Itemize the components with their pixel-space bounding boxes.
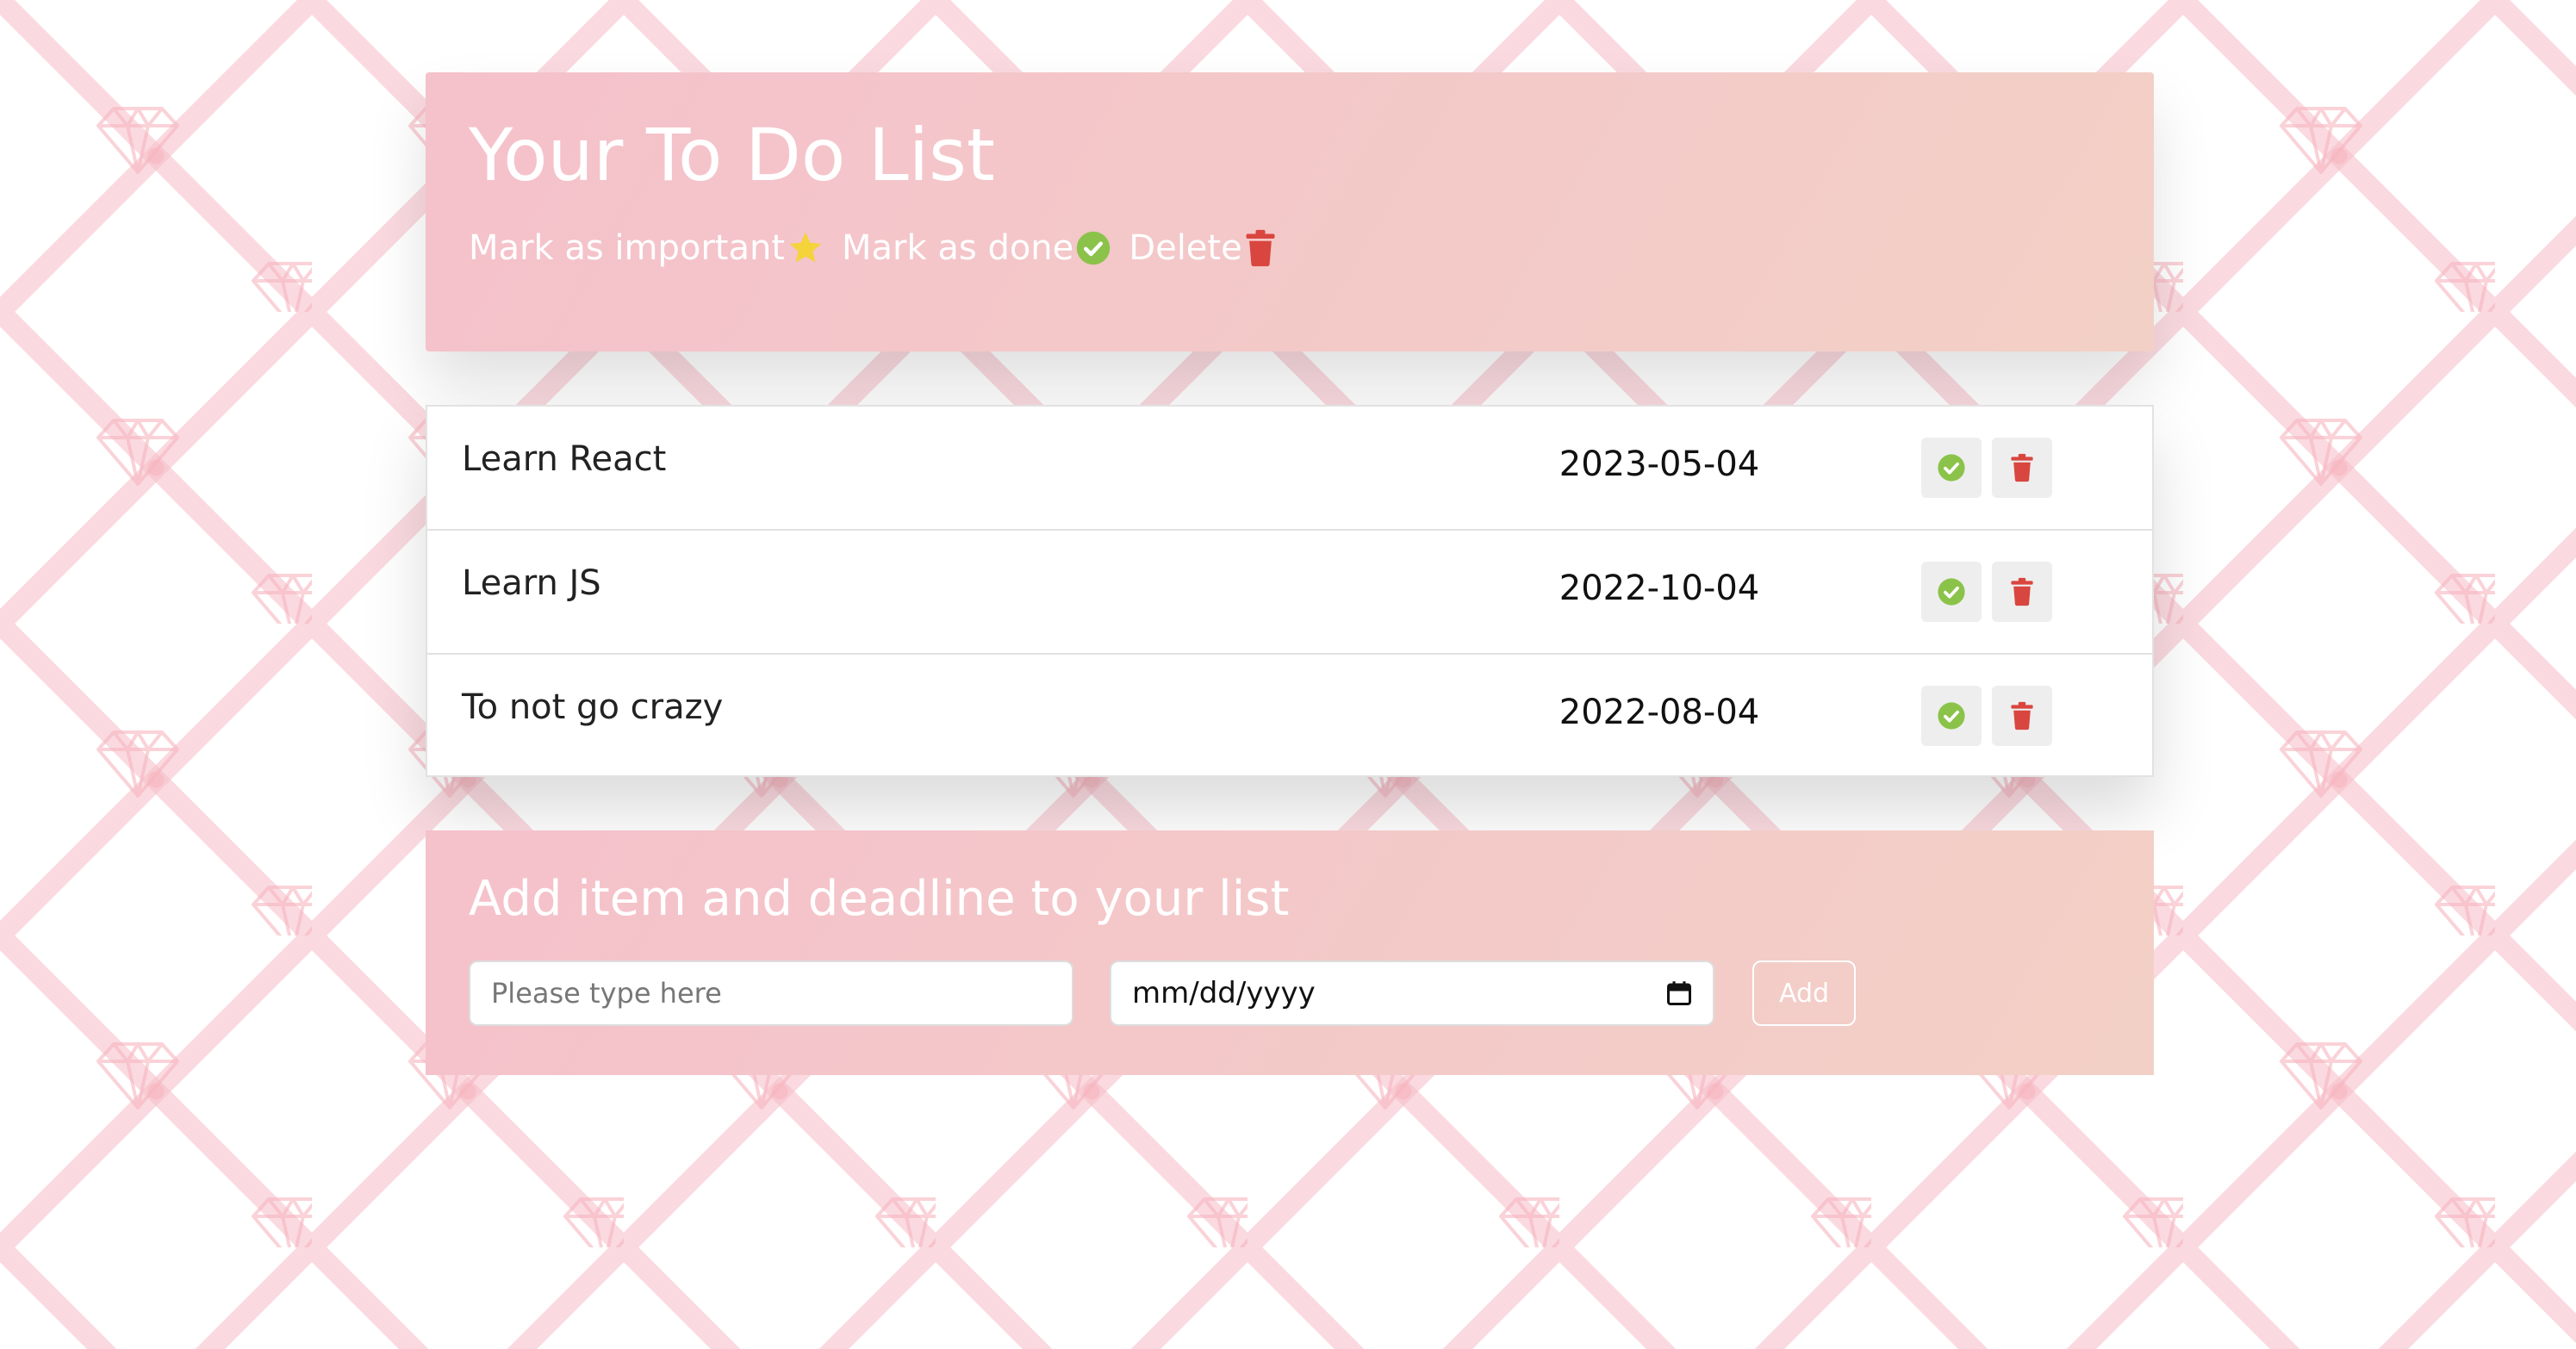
delete-button[interactable] [1992,438,2052,498]
legend-important: Mark as important [469,228,824,268]
todo-deadline: 2022-10-04 [1559,569,1760,608]
todo-task: Learn React [462,439,667,479]
check-circle-icon [1938,702,1965,730]
header-panel: Your To Do List Mark as important Mark a… [426,72,2154,351]
todo-row: Learn React 2023-05-04 [427,407,2152,531]
todo-row: To not go crazy 2022-08-04 [427,655,2152,779]
trash-icon [2011,701,2033,730]
todo-row: Learn JS 2022-10-04 [427,531,2152,655]
todo-task: Learn JS [462,563,601,603]
add-item-title: Add item and deadline to your list [469,871,1290,927]
star-icon [789,232,822,263]
check-circle-icon [1077,231,1111,265]
legend-done: Mark as done [842,228,1111,268]
legend-delete-label: Delete [1129,227,1242,268]
todo-task: To not go crazy [462,687,724,727]
legend: Mark as important Mark as done Delete [469,228,2111,268]
todo-deadline: 2022-08-04 [1559,693,1760,732]
page-title: Your To Do List [469,113,995,197]
mark-done-button[interactable] [1921,438,1982,498]
trash-icon [2011,453,2033,482]
calendar-icon[interactable] [1666,980,1692,1006]
legend-important-label: Mark as important [469,227,786,268]
add-button[interactable]: Add [1752,960,1856,1027]
todo-list: Learn React 2023-05-04 Learn JS 2022-10-… [426,405,2154,777]
trash-icon [2011,577,2033,606]
check-circle-icon [1938,578,1965,606]
add-item-panel: Add item and deadline to your list mm/dd… [426,830,2154,1075]
deadline-date-input[interactable]: mm/dd/yyyy [1110,960,1714,1027]
trash-icon [1246,229,1275,266]
check-circle-icon [1938,454,1965,482]
delete-button[interactable] [1992,686,2052,746]
date-placeholder: mm/dd/yyyy [1132,976,1316,1011]
legend-done-label: Mark as done [842,227,1074,268]
mark-done-button[interactable] [1921,562,1982,622]
mark-done-button[interactable] [1921,686,1982,746]
add-item-form: mm/dd/yyyy Add [469,960,2111,1027]
delete-button[interactable] [1992,562,2052,622]
legend-delete: Delete [1129,228,1276,268]
task-input[interactable] [469,960,1073,1027]
todo-deadline: 2023-05-04 [1559,444,1760,484]
